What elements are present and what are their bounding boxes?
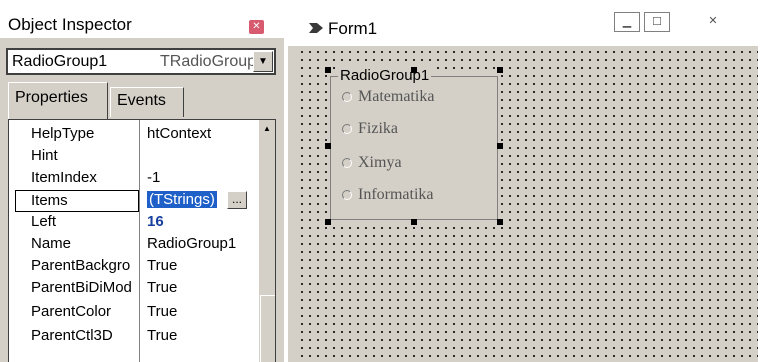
close-button[interactable]: ✕ (700, 12, 726, 32)
radio-label: Fizika (358, 120, 398, 137)
property-value: True (147, 257, 178, 274)
property-name: ParentColor (31, 303, 112, 320)
object-inspector-titlebar: Object Inspector ✕ (0, 0, 284, 38)
property-value: True (147, 279, 178, 296)
property-value: True (147, 327, 178, 344)
property-row-itemindex[interactable]: ItemIndex -1 (9, 168, 259, 188)
design-canvas[interactable]: RadioGroup1 Matematika Fizika Ximya Info… (296, 46, 758, 362)
resize-handle[interactable] (411, 67, 417, 73)
resize-handle[interactable] (497, 67, 503, 73)
form-window: Form1 ▁ ☐ ✕ RadioGroup1 Matematika Fizik… (288, 0, 766, 362)
radio-label: Matematika (358, 88, 435, 105)
radiogroup-caption: RadioGroup1 (338, 67, 432, 84)
property-name: ParentBiDiMod (31, 279, 132, 296)
property-value[interactable]: (TStrings) (147, 191, 217, 208)
form-titlebar: Form1 ▁ ☐ ✕ (288, 0, 766, 46)
property-name: Items (15, 190, 139, 212)
property-row-name[interactable]: Name RadioGroup1 (9, 234, 259, 254)
radio-icon (342, 158, 352, 168)
property-row-parentbidimode[interactable]: ParentBiDiMod True (9, 278, 259, 298)
radio-icon (342, 124, 352, 134)
property-row-parentctl3d[interactable]: ParentCtl3D True (9, 326, 259, 346)
property-name: ItemIndex (31, 169, 97, 186)
component-type: TRadioGroup (160, 53, 257, 70)
close-icon[interactable]: ✕ (249, 20, 264, 34)
resize-handle[interactable] (497, 219, 503, 225)
scrollbar-thumb[interactable] (260, 295, 275, 362)
property-row-parentbackground[interactable]: ParentBackgro True (9, 256, 259, 276)
property-name: Left (31, 213, 57, 230)
scroll-up-icon[interactable]: ▲ (263, 124, 271, 133)
property-value: RadioGroup1 (147, 235, 237, 252)
radio-icon (342, 92, 352, 102)
property-value: htContext (147, 125, 212, 142)
vertical-scrollbar[interactable]: ▲ (259, 120, 275, 362)
ellipsis-button[interactable]: ... (227, 191, 247, 209)
minimize-button[interactable]: ▁ (614, 12, 640, 32)
component-name: RadioGroup1 (12, 53, 108, 70)
property-value: 16 (147, 213, 164, 230)
property-row-items[interactable]: Items (TStrings) ... (9, 190, 259, 212)
property-value: True (147, 303, 178, 320)
component-selector[interactable]: RadioGroup1 TRadioGroup ▼ (6, 48, 276, 75)
form-frame (288, 46, 296, 362)
chevron-down-icon[interactable]: ▼ (253, 51, 273, 72)
property-row-parentcolor[interactable]: ParentColor True (9, 302, 259, 322)
maximize-button[interactable]: ☐ (644, 12, 670, 32)
property-name: HelpType (31, 125, 95, 142)
resize-handle[interactable] (497, 143, 503, 149)
tab-properties[interactable]: Properties (8, 82, 108, 119)
property-name: Name (31, 235, 72, 252)
property-name: Hint (31, 147, 58, 164)
resize-handle[interactable] (325, 143, 331, 149)
radiogroup[interactable]: RadioGroup1 Matematika Fizika Ximya Info… (325, 67, 503, 225)
object-inspector: Object Inspector ✕ RadioGroup1 TRadioGro… (0, 0, 284, 362)
radio-icon (342, 190, 352, 200)
object-inspector-title: Object Inspector (8, 15, 132, 34)
resize-handle[interactable] (325, 67, 331, 73)
delphi-form-icon (309, 23, 323, 33)
resize-handle[interactable] (325, 219, 331, 225)
radio-label: Informatika (358, 186, 434, 203)
property-grid: HelpType htContext Hint ItemIndex -1 Ite… (8, 119, 276, 362)
radio-label: Ximya (358, 154, 402, 171)
form-title: Form1 (328, 19, 378, 38)
property-name: ParentCtl3D (31, 327, 113, 344)
property-name: ParentBackgro (31, 257, 131, 274)
property-row-hint[interactable]: Hint (9, 146, 259, 166)
tab-events[interactable]: Events (110, 87, 184, 117)
property-value: -1 (147, 169, 161, 186)
resize-handle[interactable] (411, 219, 417, 225)
property-row-left[interactable]: Left 16 (9, 212, 259, 232)
property-row-helptype[interactable]: HelpType htContext (9, 124, 259, 144)
